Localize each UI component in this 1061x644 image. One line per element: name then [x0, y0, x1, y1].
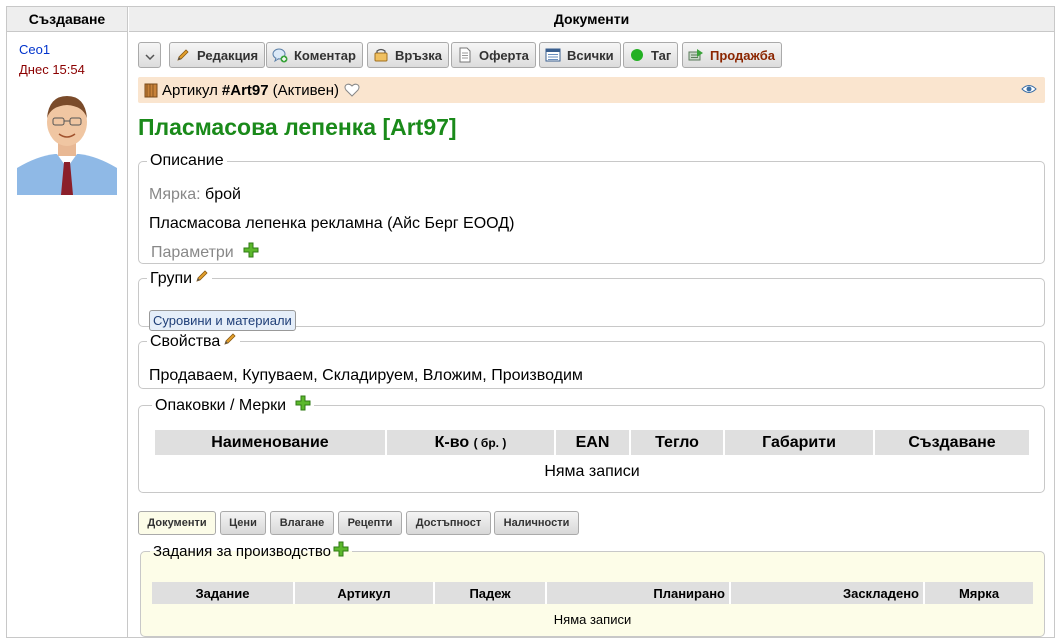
production-empty: Няма записи — [553, 612, 632, 627]
packaging-empty: Няма записи — [544, 463, 640, 480]
group-chip[interactable]: Суровини и материали — [149, 310, 296, 331]
comment-add-icon — [272, 47, 288, 63]
pencil-icon — [175, 47, 191, 63]
packaging-legend-label: Опаковки / Мерки — [155, 396, 287, 414]
production-header-row: Задание Артикул Падеж Планирано Заскладе… — [152, 582, 1033, 604]
tab-documents[interactable]: Документи — [138, 511, 216, 535]
col-weight: Тегло — [630, 430, 725, 455]
link-button-label: Връзка — [395, 47, 443, 63]
measure-value: брой — [205, 186, 241, 203]
col-ean: EAN — [555, 430, 631, 455]
add-production-plus-icon[interactable] — [333, 541, 349, 561]
sale-button-label: Продажба — [710, 47, 776, 63]
created-column: Създаване Ceo1 Днес 15:54 — [7, 7, 128, 637]
description-text: Пласмасова лепенка рекламна (Айс Берг ЕО… — [149, 215, 515, 232]
production-orders-section: Задания за производство Задание Артикул … — [140, 541, 1045, 637]
packaging-legend: Опаковки / Мерки — [152, 395, 314, 416]
created-column-header: Създаване — [7, 7, 127, 32]
comment-button-label: Коментар — [294, 47, 356, 63]
groups-legend: Групи — [147, 269, 212, 288]
properties-text: Продаваем, Купуваем, Складируем, Вложим,… — [149, 367, 583, 384]
green-dot-icon — [629, 47, 645, 63]
measure-row: Мярка: брой — [149, 186, 241, 204]
col-created: Създаване — [874, 430, 1029, 455]
link-icon — [373, 47, 389, 63]
params-row: Параметри — [151, 242, 259, 263]
all-button-label: Всички — [567, 47, 614, 63]
tag-button-label: Таг — [651, 47, 672, 63]
col-qty: К-во ( бр. ) — [386, 430, 556, 455]
tag-button[interactable]: Таг — [623, 42, 679, 68]
tab-availability[interactable]: Достъпност — [406, 511, 491, 535]
layout-frame: Създаване Ceo1 Днес 15:54 Документи Реда… — [6, 6, 1055, 638]
packaging-header-row: Наименование К-во ( бр. ) EAN Тегло Габа… — [155, 430, 1029, 455]
groups-section: Групи Суровини и материали — [138, 269, 1045, 331]
sale-button[interactable]: Продажба — [682, 42, 783, 68]
box-icon — [144, 83, 158, 98]
properties-section: Свойства Продаваем, Купуваем, Складируем… — [138, 332, 1045, 389]
page-title: Пласмасова лепенка [Art97] — [138, 114, 457, 140]
tab-stock[interactable]: Наличности — [494, 511, 579, 535]
created-time: Днес 15:54 — [19, 62, 85, 77]
production-legend-label: Задания за производство — [153, 542, 331, 560]
sale-icon — [688, 47, 704, 63]
avatar-portrait — [17, 88, 117, 195]
col-unit: Мярка — [924, 582, 1033, 604]
more-dropdown-button[interactable] — [138, 42, 161, 68]
chevron-down-icon — [144, 48, 155, 63]
edit-button-label: Редакция — [197, 47, 259, 63]
comment-button[interactable]: Коментар — [266, 42, 363, 68]
record-type: Артикул — [162, 81, 218, 99]
add-packaging-plus-icon[interactable] — [295, 395, 311, 416]
production-table: Задание Артикул Падеж Планирано Заскладе… — [152, 582, 1033, 604]
properties-legend: Свойства — [147, 332, 240, 351]
measure-label: Мярка: — [149, 186, 201, 203]
production-legend: Задания за производство — [150, 541, 352, 561]
col-due: Падеж — [434, 582, 547, 604]
avatar — [17, 88, 117, 195]
eye-icon[interactable] — [1021, 82, 1037, 99]
record-state: (Активен) — [272, 81, 340, 99]
documents-column: Документи Редакция Коментар Връзка Оферт… — [129, 7, 1054, 637]
tab-prices[interactable]: Цени — [220, 511, 266, 535]
tab-recipes[interactable]: Рецепти — [338, 511, 402, 535]
col-article: Артикул — [294, 582, 435, 604]
groups-legend-label: Групи — [150, 269, 193, 287]
col-planned: Планирано — [546, 582, 731, 604]
offer-button[interactable]: Оферта — [451, 42, 536, 68]
list-window-icon — [545, 47, 561, 63]
col-dimensions: Габарити — [724, 430, 875, 455]
author-link[interactable]: Ceo1 — [19, 42, 50, 57]
col-qty-label: К-во — [434, 433, 470, 451]
all-button[interactable]: Всички — [539, 42, 621, 68]
description-legend: Описание — [150, 152, 224, 169]
properties-legend-label: Свойства — [150, 332, 221, 350]
document-icon — [457, 47, 473, 63]
col-task: Задание — [152, 582, 295, 604]
record-number[interactable]: #Art97 — [222, 82, 269, 99]
col-name: Наименование — [155, 430, 387, 455]
packaging-table: Наименование К-во ( бр. ) EAN Тегло Габа… — [155, 430, 1029, 455]
col-stored: Заскладено — [730, 582, 925, 604]
link-button[interactable]: Връзка — [367, 42, 450, 68]
favorite-heart-icon[interactable] — [344, 83, 360, 97]
record-info-bar: Артикул #Art97 (Активен) — [138, 77, 1045, 103]
edit-button[interactable]: Редакция — [169, 42, 266, 68]
description-section: Описание Мярка: брой Пласмасова лепенка … — [138, 152, 1045, 264]
params-label: Параметри — [151, 243, 234, 261]
col-qty-unit: ( бр. ) — [473, 435, 507, 450]
documents-column-header: Документи — [129, 7, 1054, 32]
offer-button-label: Оферта — [479, 47, 529, 63]
tab-consumption[interactable]: Влагане — [270, 511, 334, 535]
add-param-plus-icon[interactable] — [243, 242, 259, 263]
edit-properties-pencil-icon[interactable] — [223, 332, 237, 351]
packaging-section: Опаковки / Мерки Наименование К-во ( бр.… — [138, 395, 1045, 493]
edit-groups-pencil-icon[interactable] — [195, 269, 209, 288]
